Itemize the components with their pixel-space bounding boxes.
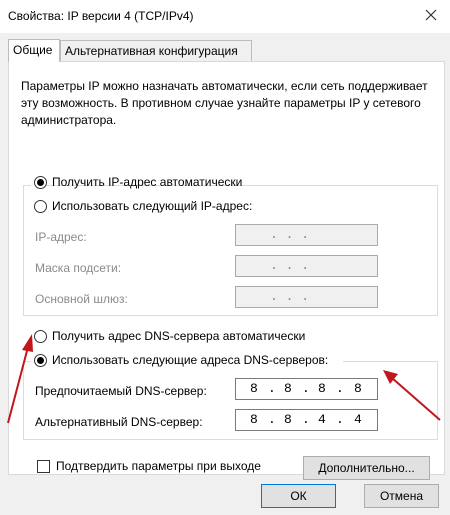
annotation-arrows <box>7 334 441 424</box>
tab-general[interactable]: Общие <box>8 39 60 62</box>
left-arrow <box>7 334 33 424</box>
right-arrow <box>383 370 441 421</box>
